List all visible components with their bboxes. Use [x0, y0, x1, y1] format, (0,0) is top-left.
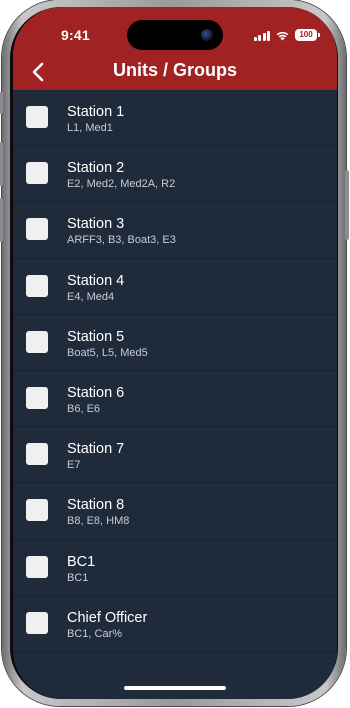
- checkbox[interactable]: [26, 330, 48, 353]
- status-icons: 100: [253, 28, 320, 42]
- checkbox[interactable]: [26, 274, 48, 297]
- group-units: L1, Med1: [67, 122, 113, 134]
- group-units: BC1, Car%: [67, 627, 123, 640]
- list-item[interactable]: Station 8 B8, E8, HM8: [13, 483, 337, 540]
- list-item[interactable]: Chief Officer BC1, Car%: [13, 596, 337, 652]
- page-title: Units / Groups: [112, 60, 237, 80]
- list-item[interactable]: Station 4 E4, Med4: [13, 259, 337, 315]
- group-units: B6, E6: [67, 402, 101, 415]
- checkbox[interactable]: [26, 386, 48, 409]
- group-title: Station 8: [67, 497, 125, 514]
- checkbox[interactable]: [26, 611, 48, 634]
- dynamic-island: [127, 20, 223, 50]
- group-title: Station 1: [67, 104, 125, 120]
- wifi-icon: [276, 31, 289, 40]
- list-item[interactable]: Station 1 L1, Med1: [13, 90, 337, 147]
- navigation-header: 9:41 100 Units / Groups: [13, 7, 337, 90]
- list-item[interactable]: Station 6 B6, E6: [13, 371, 337, 428]
- list-item[interactable]: BC1 BC1: [13, 540, 337, 596]
- group-units: B8, E8, HM8: [67, 515, 130, 528]
- power-button: [345, 170, 349, 240]
- group-units: BC1: [67, 571, 89, 584]
- checkbox[interactable]: [26, 162, 48, 185]
- group-title: Chief Officer: [67, 609, 148, 626]
- volume-down-button: [0, 198, 3, 242]
- list-item[interactable]: Station 3 ARFF3, B3, Boat3, E3: [13, 202, 337, 259]
- cellular-signal-icon: [253, 30, 270, 41]
- status-time: 9:41: [61, 27, 90, 43]
- group-units: E2, Med2, Med2A, R2: [67, 178, 176, 191]
- screen: 9:41 100 Units / Groups Station 1 L1, Me…: [13, 7, 337, 699]
- group-title: Station 4: [67, 272, 125, 289]
- group-units: Boat5, L5, Med5: [67, 346, 148, 359]
- list-item[interactable]: Station 2 E2, Med2, Med2A, R2: [13, 146, 337, 203]
- camera-icon: [201, 29, 213, 41]
- volume-up-button: [0, 142, 3, 186]
- group-title: BC1: [67, 553, 96, 570]
- group-units: ARFF3, B3, Boat3, E3: [67, 234, 176, 247]
- checkbox[interactable]: [26, 443, 48, 466]
- checkbox[interactable]: [26, 499, 48, 522]
- group-title: Station 5: [67, 328, 125, 345]
- checkbox[interactable]: [26, 555, 48, 578]
- battery-icon: 100: [295, 29, 320, 41]
- action-button: [0, 92, 3, 114]
- groups-list: Station 1 L1, Med1 Station 2 E2, Med2, M…: [13, 90, 337, 652]
- checkbox[interactable]: [26, 106, 48, 128]
- group-title: Station 7: [67, 441, 125, 458]
- group-units: E4, Med4: [67, 290, 115, 303]
- group-units: E7: [67, 459, 81, 472]
- group-title: Station 6: [67, 384, 125, 401]
- list-item[interactable]: Station 7 E7: [13, 427, 337, 484]
- list-item[interactable]: Station 5 Boat5, L5, Med5: [13, 315, 337, 371]
- checkbox[interactable]: [26, 218, 48, 241]
- home-indicator[interactable]: [124, 686, 226, 690]
- group-title: Station 3: [67, 216, 125, 233]
- group-title: Station 2: [67, 160, 125, 177]
